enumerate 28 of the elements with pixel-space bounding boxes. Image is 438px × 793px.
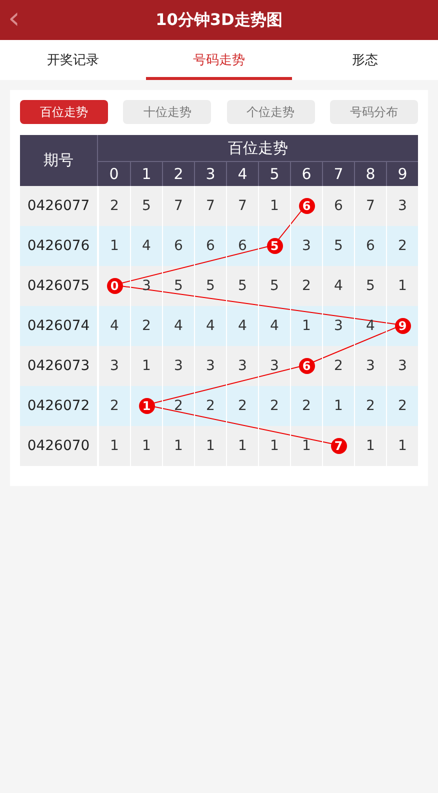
subtab-button[interactable]: 个位走势 xyxy=(226,100,315,124)
table-cell: 1 xyxy=(258,426,290,466)
table-cell: 1 xyxy=(194,426,226,466)
table-cell: 1 xyxy=(386,426,418,466)
hit-ball: 6 xyxy=(298,358,314,374)
table-cell: 1 xyxy=(130,426,162,466)
page-title: 10分钟3D走势图 xyxy=(156,10,282,30)
hit-ball: 0 xyxy=(106,278,122,294)
table-cell: 1 xyxy=(162,426,194,466)
hit-ball: 1 xyxy=(138,398,154,414)
table-cell: 1 xyxy=(226,426,258,466)
table-cell: 1 xyxy=(290,426,322,466)
hit-ball: 9 xyxy=(394,318,410,334)
back-button[interactable]: ‹ xyxy=(8,2,20,36)
tab[interactable]: 号码走势 xyxy=(146,40,292,80)
period-cell: 0426070 xyxy=(20,426,98,466)
hit-ball: 7 xyxy=(330,438,346,454)
subtab-button[interactable]: 号码分布 xyxy=(330,100,418,124)
subtab-button[interactable]: 百位走势 xyxy=(20,100,108,124)
group-header: 百位走势 xyxy=(98,135,418,162)
subtab-button[interactable]: 十位走势 xyxy=(123,100,212,124)
hit-ball: 6 xyxy=(298,198,314,214)
table-cell: 1 xyxy=(354,426,386,466)
tab[interactable]: 开奖记录 xyxy=(0,40,146,80)
table-cell: 1 xyxy=(98,426,130,466)
digit-header: 0 xyxy=(108,164,120,185)
hit-ball: 5 xyxy=(266,238,282,254)
tab[interactable]: 形态 xyxy=(292,40,438,80)
